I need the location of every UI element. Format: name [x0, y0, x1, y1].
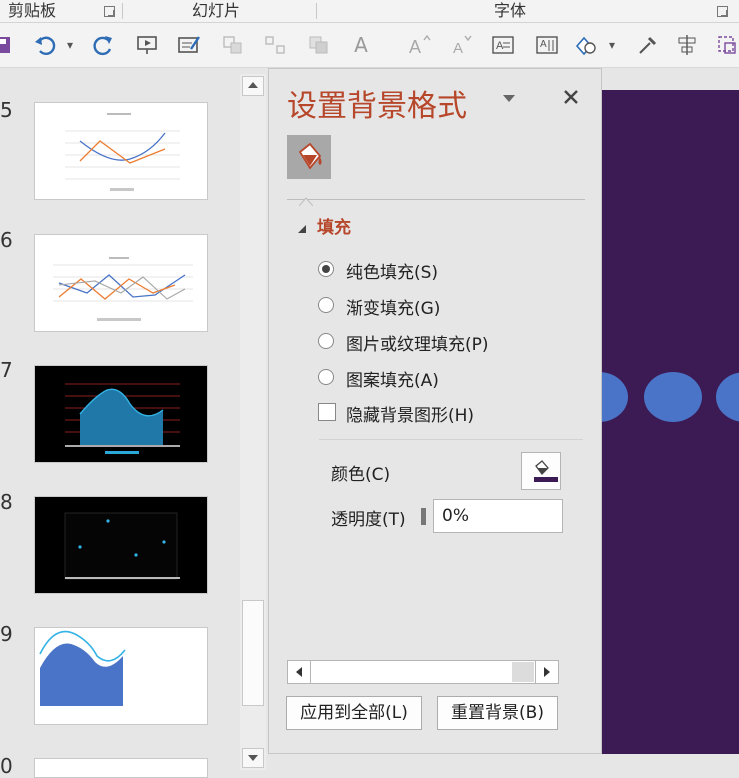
fill-tab-paint-bucket-icon[interactable]: [287, 135, 331, 179]
thumbnails-scrollbar[interactable]: [240, 74, 266, 770]
edit-shape-icon[interactable]: [176, 33, 202, 57]
slide-thumbnail-5[interactable]: [34, 102, 208, 200]
ribbon-group-labels: 剪贴板 幻灯片 字体: [0, 0, 739, 23]
picture-texture-fill-label[interactable]: 图片或纹理填充(P): [346, 330, 489, 355]
slide-number: 6: [0, 228, 13, 252]
scroll-track: [512, 662, 534, 682]
selection-icon[interactable]: [714, 33, 739, 57]
pattern-fill-label[interactable]: 图案填充(A): [346, 366, 439, 391]
pattern-fill-radio[interactable]: [318, 369, 334, 385]
shape-icon[interactable]: [572, 33, 600, 57]
color-picker-button[interactable]: [521, 452, 561, 490]
clipboard-group-label: 剪贴板: [8, 1, 57, 20]
color-label: 颜色(C): [331, 465, 391, 485]
save-icon[interactable]: [0, 33, 12, 57]
shape-dropdown-chevron-icon[interactable]: ▾: [606, 33, 618, 57]
clipboard-dialog-launcher-icon[interactable]: [104, 6, 115, 17]
redo-icon[interactable]: [90, 33, 116, 57]
slide-thumbnails-panel: 5 6 7 8 9 0: [0, 68, 240, 778]
close-icon[interactable]: [561, 87, 581, 107]
gradient-fill-radio[interactable]: [318, 297, 334, 313]
pane-horizontal-scrollbar[interactable]: [287, 660, 559, 684]
slide-thumbnail-9[interactable]: [34, 627, 208, 725]
scroll-down-button[interactable]: [242, 748, 264, 768]
section-collapse-triangle-icon[interactable]: [296, 220, 308, 233]
font-dialog-launcher-icon[interactable]: [717, 6, 728, 17]
scroll-up-button[interactable]: [242, 76, 264, 96]
reset-background-button[interactable]: 重置背景(B): [437, 696, 558, 730]
slide-thumbnail-10[interactable]: [34, 758, 208, 778]
svg-text:A: A: [540, 39, 547, 50]
font-shrink-icon: A: [448, 33, 474, 57]
gradient-fill-label[interactable]: 渐变填充(G): [346, 294, 440, 319]
slide-canvas[interactable]: [570, 90, 739, 754]
group-divider: [122, 3, 123, 19]
svg-text:A: A: [453, 40, 463, 56]
slide-thumbnail-6[interactable]: [34, 234, 208, 332]
slide-thumbnail-7[interactable]: [34, 365, 208, 463]
hide-background-graphics-label[interactable]: 隐藏背景图形(H): [346, 401, 474, 426]
slide-circle-shape[interactable]: [716, 372, 739, 422]
vertical-text-icon[interactable]: A: [534, 33, 560, 57]
slide-number: 9: [0, 622, 13, 646]
tab-divider: [287, 199, 585, 200]
apply-to-all-button[interactable]: 应用到全部(L): [286, 696, 422, 730]
text-box-icon[interactable]: A: [490, 33, 516, 57]
slide-number: 5: [0, 98, 13, 122]
pane-title: 设置背景格式: [287, 89, 467, 124]
pane-options-dropdown-icon[interactable]: [501, 91, 517, 105]
slide-number: 7: [0, 358, 13, 382]
arrange-icon: [306, 33, 332, 57]
svg-text:A: A: [409, 37, 421, 56]
font-group-label: 字体: [494, 1, 527, 20]
quick-toolbar: ▾ A A A A A ▾: [0, 23, 739, 68]
format-background-pane: 设置背景格式 填充 纯色填充(S) 渐变填充(G) 图片或纹理填充(P) 图案填…: [268, 68, 602, 754]
slideshow-icon[interactable]: [134, 33, 160, 57]
group-divider: [316, 3, 317, 19]
ungroup-icon: [262, 33, 288, 57]
transparency-slider-thumb[interactable]: [421, 508, 426, 525]
undo-dropdown-chevron-icon[interactable]: ▾: [64, 33, 76, 57]
undo-icon[interactable]: [32, 33, 60, 57]
slide-thumbnail-8[interactable]: [34, 496, 208, 594]
solid-fill-radio[interactable]: [318, 261, 334, 277]
scroll-right-button[interactable]: [535, 661, 558, 683]
tab-indicator-caret-icon: [298, 191, 314, 207]
horizontal-scroll-thumb[interactable]: [312, 662, 512, 682]
options-divider: [319, 439, 583, 440]
fill-section-header[interactable]: 填充: [317, 213, 351, 238]
align-icon[interactable]: [674, 33, 700, 57]
font-grow-icon: A: [406, 33, 432, 57]
color-swatch: [534, 477, 558, 482]
scroll-left-button[interactable]: [288, 661, 311, 683]
solid-fill-label[interactable]: 纯色填充(S): [346, 258, 438, 283]
hide-background-graphics-checkbox[interactable]: [318, 403, 336, 421]
scroll-thumb[interactable]: [242, 600, 264, 706]
slides-group-label: 幻灯片: [192, 1, 241, 20]
text-fill-icon: A: [354, 33, 368, 57]
picture-texture-fill-radio[interactable]: [318, 333, 334, 349]
transparency-label: 透明度(T): [331, 510, 406, 530]
slide-circle-shape[interactable]: [644, 372, 702, 422]
group-icon: [220, 33, 246, 57]
eyedropper-icon[interactable]: [634, 33, 660, 57]
svg-text:A: A: [496, 40, 504, 52]
slide-number: 0: [0, 754, 13, 778]
transparency-input[interactable]: 0%: [433, 499, 563, 533]
slide-number: 8: [0, 490, 13, 514]
